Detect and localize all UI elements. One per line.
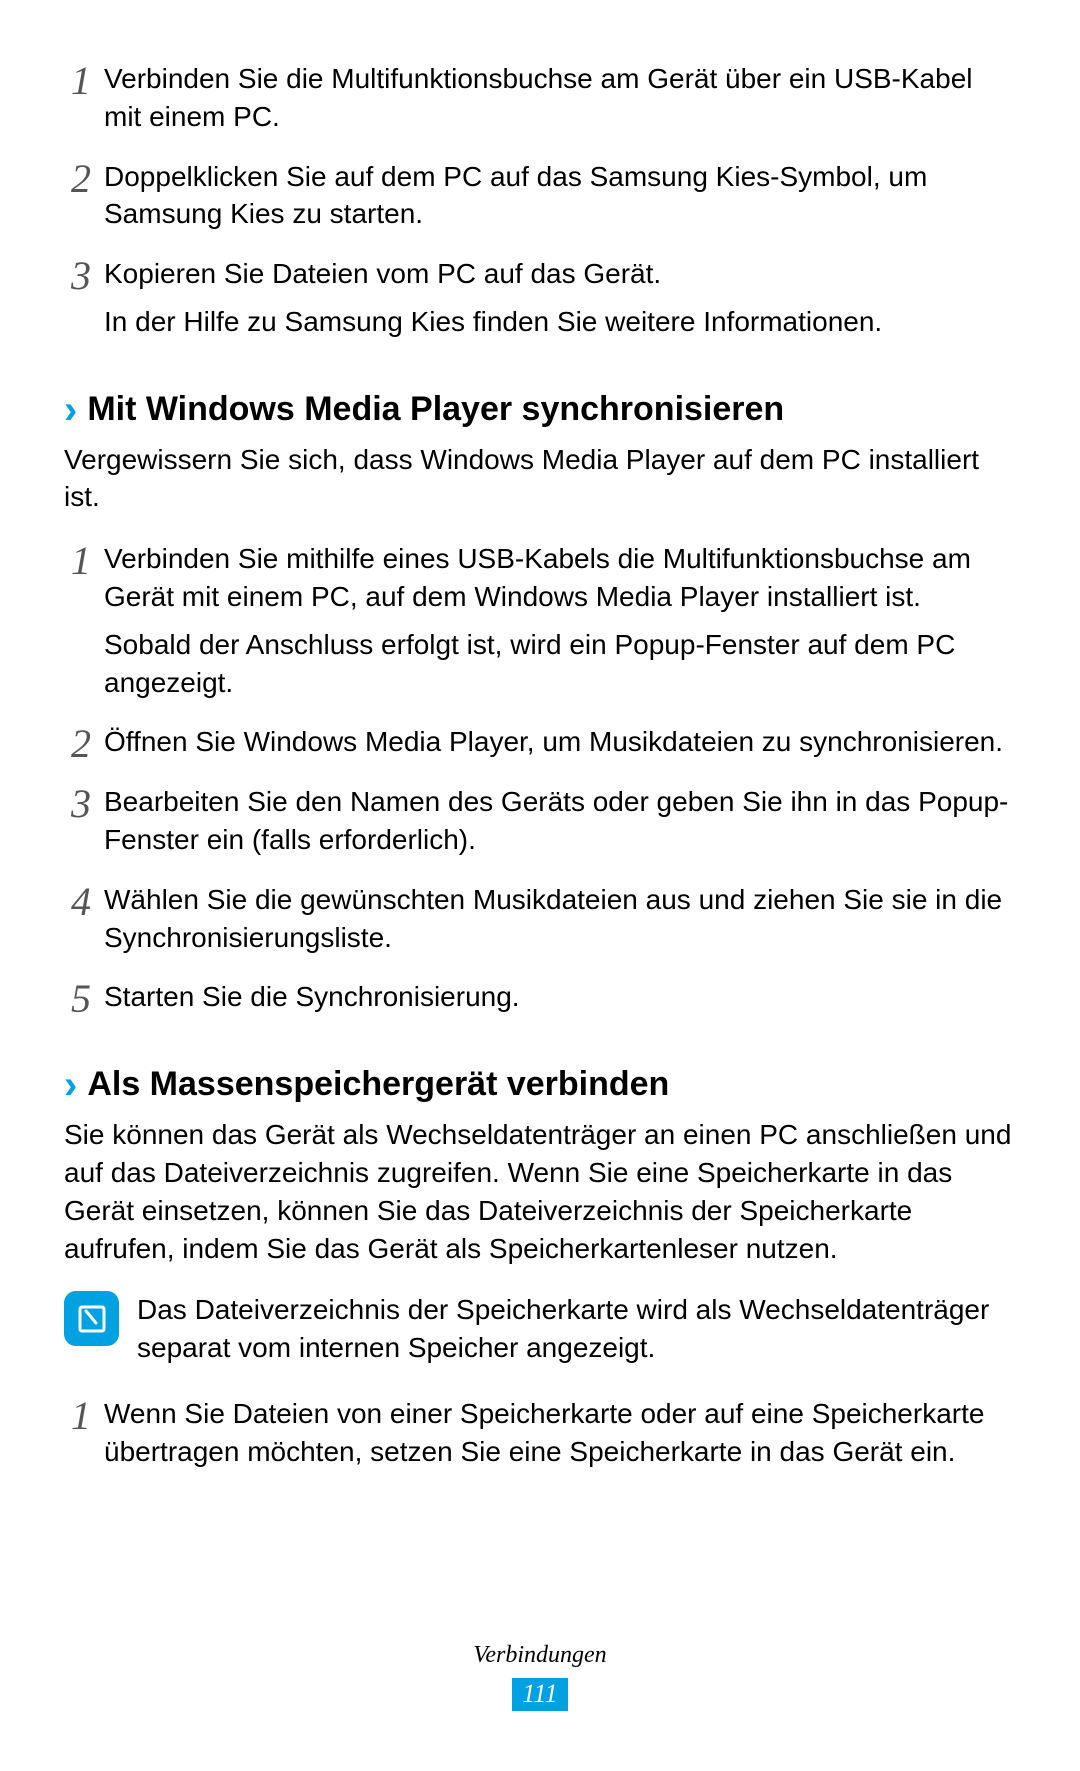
section-intro: Vergewissern Sie sich, dass Windows Medi… (64, 441, 1016, 517)
list-item: 3 Kopieren Sie Dateien vom PC auf das Ge… (104, 255, 1016, 341)
step-number: 1 (64, 54, 98, 108)
steps-list-c: 1 Wenn Sie Dateien von einer Speicherkar… (64, 1395, 1016, 1471)
step-text: Bearbeiten Sie den Namen des Geräts oder… (104, 786, 1008, 855)
chevron-icon: › (64, 390, 77, 430)
step-text: Verbinden Sie die Multifunktionsbuchse a… (104, 63, 973, 132)
steps-list-b: 1 Verbinden Sie mithilfe eines USB-Kabel… (64, 540, 1016, 1016)
step-text: Verbinden Sie mithilfe eines USB-Kabels … (104, 543, 971, 612)
step-number: 2 (64, 152, 98, 206)
list-item: 2 Doppelklicken Sie auf dem PC auf das S… (104, 158, 1016, 234)
section-title: Mit Windows Media Player synchronisieren (87, 387, 784, 433)
steps-list-a: 1 Verbinden Sie die Multifunktionsbuchse… (64, 60, 1016, 341)
note-icon (64, 1291, 119, 1346)
step-number: 2 (64, 717, 98, 771)
section-windows-media-player: › Mit Windows Media Player synchronisier… (64, 387, 1016, 1016)
step-text: Starten Sie die Synchronisierung. (104, 981, 520, 1012)
page-number: 111 (512, 1678, 567, 1711)
step-text: Doppelklicken Sie auf dem PC auf das Sam… (104, 161, 927, 230)
note-text: Das Dateiverzeichnis der Speicherkarte w… (137, 1291, 1016, 1367)
step-text: Wenn Sie Dateien von einer Speicherkarte… (104, 1398, 984, 1467)
section-title: Als Massenspeichergerät verbinden (87, 1062, 669, 1108)
list-item: 1 Verbinden Sie die Multifunktionsbuchse… (104, 60, 1016, 136)
list-item: 1 Wenn Sie Dateien von einer Speicherkar… (104, 1395, 1016, 1471)
page-footer: Verbindungen 111 (0, 1639, 1080, 1711)
section-heading: › Als Massenspeichergerät verbinden (64, 1062, 1016, 1108)
list-item: 5 Starten Sie die Synchronisierung. (104, 978, 1016, 1016)
manual-page: 1 Verbinden Sie die Multifunktionsbuchse… (0, 0, 1080, 1771)
step-number: 3 (64, 777, 98, 831)
note-block: Das Dateiverzeichnis der Speicherkarte w… (64, 1291, 1016, 1367)
list-item: 4 Wählen Sie die gewünschten Musikdateie… (104, 881, 1016, 957)
list-item: 1 Verbinden Sie mithilfe eines USB-Kabel… (104, 540, 1016, 701)
step-number: 4 (64, 875, 98, 929)
step-text-extra: Sobald der Anschluss erfolgt ist, wird e… (104, 626, 1016, 702)
section-mass-storage: › Als Massenspeichergerät verbinden Sie … (64, 1062, 1016, 1470)
step-number: 3 (64, 249, 98, 303)
footer-section-label: Verbindungen (0, 1639, 1080, 1671)
step-text: Kopieren Sie Dateien vom PC auf das Gerä… (104, 258, 661, 289)
step-number: 1 (64, 534, 98, 588)
step-number: 5 (64, 972, 98, 1026)
list-item: 3 Bearbeiten Sie den Namen des Geräts od… (104, 783, 1016, 859)
step-number: 1 (64, 1389, 98, 1443)
chevron-icon: › (64, 1065, 77, 1105)
step-text-extra: In der Hilfe zu Samsung Kies finden Sie … (104, 303, 1016, 341)
step-text: Öffnen Sie Windows Media Player, um Musi… (104, 726, 1003, 757)
step-text: Wählen Sie die gewünschten Musikdateien … (104, 884, 1002, 953)
section-heading: › Mit Windows Media Player synchronisier… (64, 387, 1016, 433)
list-item: 2 Öffnen Sie Windows Media Player, um Mu… (104, 723, 1016, 761)
section-intro: Sie können das Gerät als Wechseldatenträ… (64, 1116, 1016, 1267)
